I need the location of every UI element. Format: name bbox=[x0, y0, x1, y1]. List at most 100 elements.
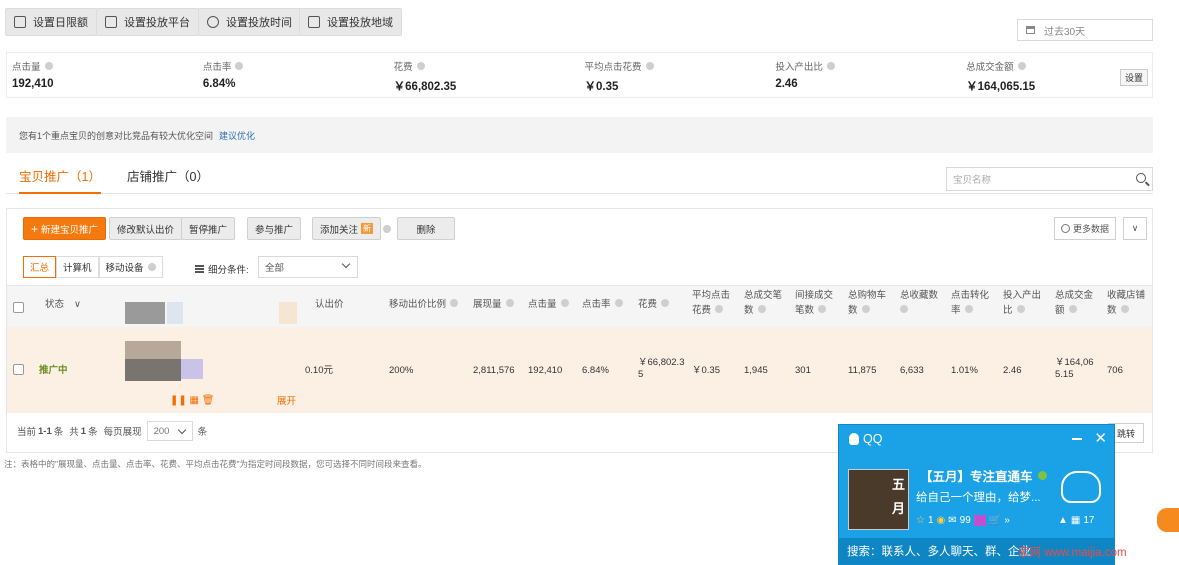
qzone-icon[interactable]: ◉ bbox=[937, 515, 946, 526]
more-data-label: 更多数据 bbox=[1073, 224, 1110, 234]
more-icon[interactable]: » bbox=[1004, 515, 1010, 526]
row-gmv-line1: ￥164,06 bbox=[1055, 357, 1094, 368]
col-gmv: 总成交金额 bbox=[1055, 288, 1093, 318]
segment-all[interactable]: 汇总 bbox=[23, 256, 57, 278]
qq-penguin-icon bbox=[849, 432, 859, 445]
minimize-icon[interactable] bbox=[1072, 438, 1082, 440]
delete-button[interactable]: 删除 bbox=[397, 217, 455, 240]
qq-status-icons: ☆ 1 ◉ ✉ 99 🛒 » bbox=[916, 515, 1010, 526]
row-roi: 2.46 bbox=[1003, 365, 1022, 376]
mail-icon[interactable]: ✉ bbox=[948, 515, 956, 526]
avatar[interactable]: 五 月 bbox=[848, 469, 909, 530]
new-promo-button[interactable]: + 新建宝贝推广 bbox=[23, 217, 107, 240]
help-icon bbox=[614, 299, 623, 307]
qq-nickname[interactable]: 【五月】专注直通车 bbox=[920, 466, 1047, 485]
metrics-settings-button[interactable]: 设置 bbox=[1119, 69, 1148, 86]
segment-mobile[interactable]: 移动设备 bbox=[98, 256, 163, 278]
col-status[interactable]: 状态 ∨ bbox=[45, 297, 81, 312]
item-search-input[interactable]: 宝贝名称 bbox=[946, 167, 1153, 191]
set-time-button[interactable]: 设置投放时间 bbox=[198, 8, 301, 36]
shirt-icon[interactable]: ▲ bbox=[1058, 515, 1068, 526]
help-icon[interactable] bbox=[383, 225, 391, 233]
col-fav-line1: 总收藏数 bbox=[900, 290, 939, 301]
help-icon[interactable] bbox=[826, 62, 835, 70]
calendar-grid-icon[interactable]: ▦ bbox=[1071, 515, 1080, 526]
chevron-down-icon: ∨ bbox=[74, 299, 81, 310]
page-size-select[interactable]: 200 bbox=[146, 421, 193, 441]
row-cost-line2: 5 bbox=[638, 369, 644, 380]
pause-button[interactable]: 暂停推广 bbox=[181, 217, 236, 240]
set-daily-limit-button[interactable]: 设置日限额 bbox=[5, 8, 97, 36]
filter-label-text: 细分条件: bbox=[208, 265, 249, 276]
row-avg-cpc: ￥0.35 bbox=[692, 365, 720, 376]
pagination-total-prefix: 共 bbox=[69, 427, 79, 438]
floating-service-icon[interactable] bbox=[1157, 508, 1179, 532]
help-icon[interactable] bbox=[1017, 62, 1026, 70]
row-cost-line1: ￥66,802.3 bbox=[638, 357, 685, 368]
avatar-text: 五 bbox=[891, 477, 905, 492]
row-action-icons[interactable]: ❚❚ ▦ 🗑 bbox=[170, 395, 214, 407]
metric-avg-cpc: 平均点击花费 ￥0.35 bbox=[579, 53, 770, 97]
row-impressions: 2,811,576 bbox=[473, 365, 515, 376]
set-platform-button[interactable]: 设置投放平台 bbox=[96, 8, 199, 36]
star-icon[interactable]: ☆ bbox=[916, 515, 925, 526]
pagination-unit: 条 bbox=[197, 427, 208, 438]
help-icon[interactable] bbox=[416, 62, 425, 70]
row-expand-link[interactable]: 展开 bbox=[277, 396, 296, 408]
tab-item-promo[interactable]: 宝贝推广（1） bbox=[19, 166, 101, 194]
row-mobile-ratio: 200% bbox=[389, 365, 414, 376]
tip-link[interactable]: 建议优化 bbox=[219, 129, 255, 142]
col-roi-line2: 比 bbox=[1003, 305, 1013, 316]
col-avg-cpc: 平均点击 花费 bbox=[692, 288, 730, 318]
pagination-range: 1-1 bbox=[38, 425, 52, 437]
row-ctr: 6.84% bbox=[582, 365, 609, 376]
col-conv-line2: 率 bbox=[951, 305, 961, 316]
product-image-blur bbox=[125, 359, 181, 381]
device-segments: 汇总 计算机 移动设备 bbox=[23, 256, 163, 278]
qq-right-icons: ▲ ▦ 17 bbox=[1058, 515, 1094, 526]
col-clicks: 点击量 bbox=[528, 297, 569, 312]
collapse-button[interactable]: ∨ bbox=[1123, 217, 1147, 240]
metric-label: 平均点击花费 bbox=[584, 62, 642, 73]
join-button[interactable]: 参与推广 bbox=[247, 217, 302, 240]
qq-app-name: QQ bbox=[863, 431, 883, 446]
metric-value: 2.46 bbox=[775, 78, 798, 90]
col-roi-line1: 投入产出 bbox=[1003, 290, 1042, 301]
help-icon bbox=[715, 305, 724, 313]
new-promo-label: 新建宝贝推广 bbox=[41, 224, 99, 236]
modify-bid-button[interactable]: 修改默认出价 bbox=[109, 217, 183, 240]
filter-value: 全部 bbox=[265, 263, 285, 274]
pagination: 当前 1-1 条 共 1 条 每页展现 200 条 bbox=[17, 421, 207, 441]
mail-count: 99 bbox=[959, 515, 971, 526]
help-icon[interactable] bbox=[44, 62, 53, 70]
select-all-checkbox[interactable] bbox=[13, 302, 24, 313]
add-follow-label: 添加关注 bbox=[320, 224, 359, 236]
tab-store-promo[interactable]: 店铺推广（0） bbox=[127, 166, 209, 194]
help-icon[interactable] bbox=[235, 62, 244, 70]
weather-cloud-icon[interactable] bbox=[1061, 471, 1101, 503]
col-impressions-label: 展现量 bbox=[473, 299, 502, 310]
set-region-button[interactable]: 设置投放地域 bbox=[299, 8, 402, 36]
cart-icon[interactable]: 🛒 bbox=[989, 515, 1001, 526]
row-bid[interactable]: 0.10元 bbox=[305, 365, 333, 377]
more-data-button[interactable]: 更多数据 bbox=[1054, 217, 1117, 240]
product-image-blur bbox=[125, 302, 165, 324]
set-platform-label: 设置投放平台 bbox=[124, 17, 190, 29]
help-icon[interactable] bbox=[645, 62, 654, 70]
row-checkbox[interactable] bbox=[13, 364, 24, 375]
search-icon[interactable] bbox=[1136, 173, 1146, 183]
help-icon bbox=[861, 305, 870, 313]
date-range-select[interactable]: 过去30天 bbox=[1017, 19, 1153, 41]
add-follow-button[interactable]: 添加关注 新 bbox=[312, 217, 382, 240]
app-icon[interactable] bbox=[973, 515, 986, 526]
segment-pc[interactable]: 计算机 bbox=[56, 256, 99, 278]
row-conversion: 1.01% bbox=[951, 365, 978, 376]
filter-select[interactable]: 全部 bbox=[258, 256, 358, 278]
help-icon bbox=[757, 305, 766, 313]
help-icon bbox=[1120, 305, 1129, 313]
table-header: 状态 ∨ 认出价 移动出价比例 展现量 点击量 点击率 花费 平均点击 花费 总成交… bbox=[7, 285, 1152, 327]
set-time-label: 设置投放时间 bbox=[226, 17, 292, 29]
col-avg-cpc-line1: 平均点击 bbox=[692, 290, 731, 301]
close-icon[interactable]: ✕ bbox=[1094, 429, 1107, 447]
col-ctr: 点击率 bbox=[582, 297, 623, 312]
